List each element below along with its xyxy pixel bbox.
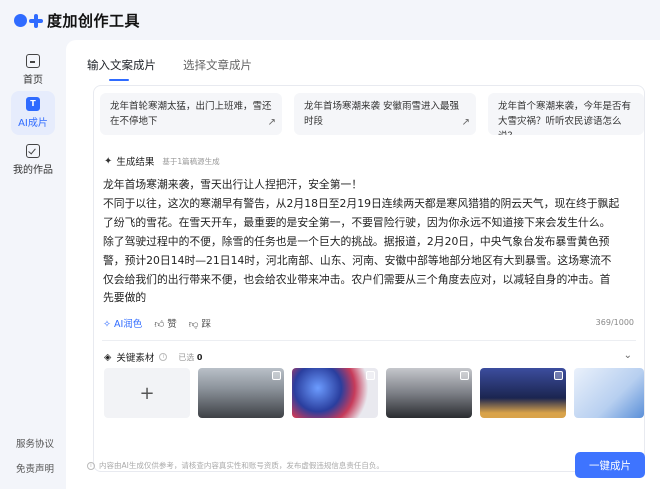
tab-bar: 输入文案成片 选择文章成片 <box>87 57 252 81</box>
logo-icon <box>14 13 43 28</box>
checkbox[interactable] <box>272 371 281 380</box>
like-button[interactable]: 👍︎ 赞 <box>154 316 176 330</box>
suggestion-text: 龙年首轮寒潮太猛，出门上班难，雪还在不停地下 <box>110 101 272 127</box>
checkbox[interactable] <box>460 371 469 380</box>
arrow-up-right-icon: ↗ <box>461 117 470 128</box>
sidebar-item-label: 首页 <box>23 75 43 86</box>
suggestion-card[interactable]: 龙年首个寒潮来袭，今年是否有大雪灾祸？听听农民谚语怎么说？ <box>488 93 644 135</box>
check-icon <box>26 144 40 158</box>
info-icon: i <box>87 461 95 470</box>
thumbs-down-icon: 👎︎ <box>188 319 199 330</box>
home-icon <box>26 54 40 68</box>
materials-header: ◈ 关键素材 i 已选 0 <box>104 350 202 365</box>
sidebar-item-ai[interactable]: T AI成片 <box>11 91 55 135</box>
result-title: 生成结果 <box>116 157 155 168</box>
info-icon: i <box>159 353 168 361</box>
result-header: ✦ 生成结果 基于1篇稿源生成 <box>104 154 220 169</box>
app-title: 度加创作工具 <box>47 12 141 30</box>
disclaimer-text: 内容由AI生成仅供参考，请核查内容真实性和账号资质，发布虚假违规信息责任自负。 <box>99 461 384 470</box>
material-thumbnail[interactable] <box>198 368 284 418</box>
suggestion-text: 龙年首场寒潮来袭 安徽雨雪进入最强时段 <box>304 101 460 127</box>
ai-polish-button[interactable]: ✧ AI润色 <box>103 316 142 330</box>
suggestion-card[interactable]: 龙年首轮寒潮太猛，出门上班难，雪还在不停地下 ↗ <box>100 93 282 135</box>
divider <box>102 340 636 341</box>
result-paragraph: 龙年首场寒潮来袭，雪天出行让人捏把汗，安全第一！ <box>103 178 363 191</box>
app-logo: 度加创作工具 <box>14 10 140 31</box>
material-thumbnail[interactable] <box>480 368 566 418</box>
main-content: 输入文案成片 选择文章成片 龙年首轮寒潮太猛，出门上班难，雪还在不停地下 ↗ 龙… <box>66 40 660 489</box>
char-counter: 369/1000 <box>595 318 634 327</box>
ai-icon: T <box>26 97 40 111</box>
result-actions: ✧ AI润色 👍︎ 赞 👎︎ 踩 <box>103 316 211 330</box>
material-thumbnail[interactable] <box>292 368 378 418</box>
like-label: 赞 <box>167 319 177 330</box>
sidebar-item-label: 我的作品 <box>13 165 53 176</box>
disclaimer-note: i 内容由AI生成仅供参考，请核查内容真实性和账号资质，发布虚假违规信息责任自负… <box>87 460 384 471</box>
plus-icon: + <box>139 382 155 404</box>
sidebar-item-label: AI成片 <box>18 118 48 129</box>
dislike-button[interactable]: 👎︎ 踩 <box>189 316 211 330</box>
selected-count: 0 <box>196 352 203 362</box>
result-source: 基于1篇稿源生成 <box>162 156 220 166</box>
materials-title: 关键素材 <box>116 353 155 364</box>
tab-select-article[interactable]: 选择文章成片 <box>183 57 252 79</box>
sidebar: 首页 T AI成片 我的作品 服务协议 免责声明 <box>0 40 66 489</box>
generate-video-button[interactable]: 一键成片 <box>575 452 645 478</box>
thumbs-up-icon: 👍︎ <box>154 319 165 330</box>
material-thumbnail[interactable] <box>386 368 472 418</box>
dislike-label: 踩 <box>201 319 211 330</box>
collapse-icon[interactable]: ⌄ <box>624 350 632 361</box>
terms-link[interactable]: 服务协议 <box>16 436 54 450</box>
ai-polish-label: AI润色 <box>114 319 143 330</box>
sparkle-icon: ✦ <box>104 155 113 167</box>
add-material-button[interactable]: + <box>104 368 190 418</box>
suggestion-card[interactable]: 龙年首场寒潮来袭 安徽雨雪进入最强时段 ↗ <box>294 93 476 135</box>
tab-input-text[interactable]: 输入文案成片 <box>87 57 156 81</box>
sidebar-item-home[interactable]: 首页 <box>11 48 55 92</box>
checkbox[interactable] <box>554 371 563 380</box>
editor-panel: 龙年首轮寒潮太猛，出门上班难，雪还在不停地下 ↗ 龙年首场寒潮来袭 安徽雨雪进入… <box>93 85 645 472</box>
arrow-up-right-icon: ↗ <box>267 117 276 128</box>
material-thumbnail[interactable] <box>574 368 644 418</box>
result-paragraph: 不同于以往，这次的寒潮早有警告，从2月18日至2月19日连续两天都是寒风猎猎的阴… <box>103 196 620 304</box>
disclaimer-link[interactable]: 免责声明 <box>16 461 54 475</box>
checkbox[interactable] <box>366 371 375 380</box>
sidebar-item-works[interactable]: 我的作品 <box>11 138 55 182</box>
result-line: 龙年首场寒潮来袭，雪天出行让人捏把汗，安全第一！ 不同于以往，这次的寒潮早有警告，… <box>103 176 621 304</box>
selected-label: 已选 <box>178 352 195 362</box>
result-text[interactable]: 龙年首场寒潮来袭，雪天出行让人捏把汗，安全第一！ 不同于以往，这次的寒潮早有警告，… <box>103 176 621 304</box>
wand-icon: ✧ <box>103 319 111 330</box>
materials-selected: 已选 0 <box>178 352 202 363</box>
suggestion-text: 龙年首个寒潮来袭，今年是否有大雪灾祸？听听农民谚语怎么说？ <box>498 101 632 135</box>
layers-icon: ◈ <box>104 351 112 363</box>
